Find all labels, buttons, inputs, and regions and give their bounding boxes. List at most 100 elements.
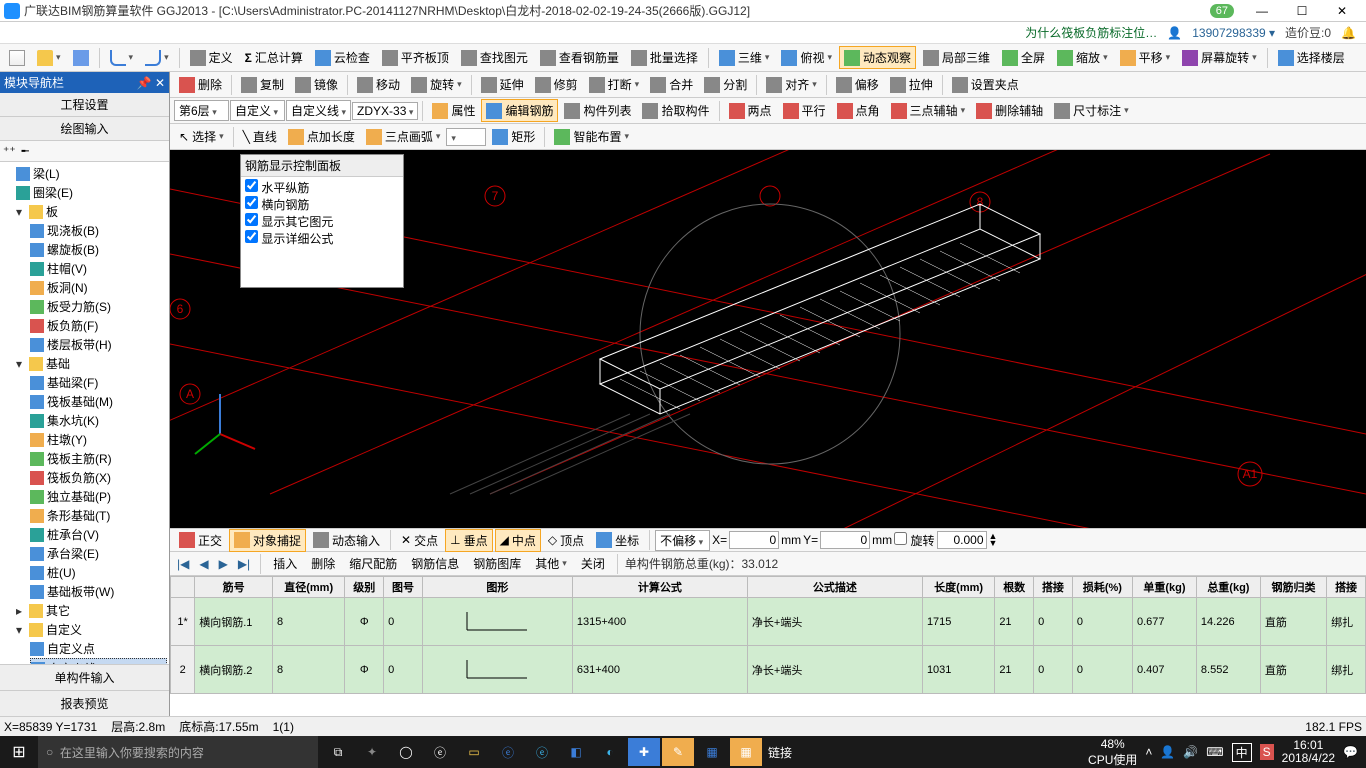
app11-icon[interactable]: ▦ (696, 738, 728, 766)
arc3-tool[interactable]: 三点画弧 (361, 125, 446, 148)
screen-rotate-button[interactable]: 屏幕旋转 (1177, 46, 1262, 69)
rotate-check[interactable]: 旋转 (894, 532, 934, 549)
user-phone[interactable]: 13907298339 ▾ (1192, 26, 1275, 40)
other-btn[interactable]: 其他 (530, 552, 572, 575)
model-viewport[interactable]: 5 7 8 6 A A1 (170, 150, 1366, 528)
tree-jcl[interactable]: 基础梁(F) (30, 373, 167, 392)
tree-fbjc[interactable]: 筏板基础(M) (30, 392, 167, 411)
chk-formula[interactable]: 显示详细公式 (245, 230, 399, 247)
tree-jichu[interactable]: ▾基础 (16, 354, 167, 373)
snap-vertex[interactable]: ◇ 顶点 (543, 529, 589, 552)
tray-clock[interactable]: 16:012018/4/22 (1282, 739, 1335, 765)
tab-report-preview[interactable]: 报表预览 (0, 690, 169, 716)
tray-up-icon[interactable]: ˄ (1145, 745, 1152, 759)
define-button[interactable]: 定义 (185, 46, 238, 69)
rebar-lib-btn[interactable]: 钢筋图库 (468, 552, 526, 575)
tab-drawing-input[interactable]: 绘图输入 (0, 117, 169, 141)
component-list-btn[interactable]: 构件列表 (559, 99, 636, 122)
prev-arrow-icon[interactable]: ◀ (196, 557, 211, 571)
edge-icon[interactable]: ⓔ (492, 738, 524, 766)
start-button[interactable]: ⊞ (0, 742, 38, 762)
tree-jcbd[interactable]: 基础板带(W) (30, 582, 167, 601)
stretch-btn[interactable]: 拉伸 (885, 73, 938, 96)
tree-xjb[interactable]: 现浇板(B) (30, 221, 167, 240)
offset-btn[interactable]: 偏移 (831, 73, 884, 96)
find-button[interactable]: 查找图元 (456, 46, 533, 69)
table-row[interactable]: 2横向钢筋.28Φ0 631+400净长+端头103121000.4078.55… (171, 646, 1366, 694)
line-tool[interactable]: ╲ 直线 (238, 125, 282, 148)
select-tool[interactable]: ↖ 选择 (174, 125, 229, 148)
move-btn[interactable]: 移动 (352, 73, 405, 96)
explorer-icon[interactable]: ▭ (458, 738, 490, 766)
close-panel-icon[interactable]: ✕ (155, 76, 165, 90)
undo-button[interactable] (105, 47, 139, 69)
topview-button[interactable]: 俯视 (776, 46, 837, 69)
zoom-button[interactable]: 缩放 (1052, 46, 1113, 69)
edit-rebar-btn[interactable]: 编辑钢筋 (481, 99, 558, 122)
app2-icon[interactable]: ◯ (390, 738, 422, 766)
taskview-icon[interactable]: ⧉ (322, 738, 354, 766)
draw-mode-select[interactable] (446, 128, 486, 146)
view-qty-button[interactable]: 查看钢筋量 (535, 46, 624, 69)
app9-icon[interactable]: ✚ (628, 738, 660, 766)
y-input[interactable] (820, 531, 870, 549)
floor-select[interactable]: 第6层 (174, 100, 229, 121)
tree-zd[interactable]: 柱墩(Y) (30, 430, 167, 449)
break-btn[interactable]: 打断 (584, 73, 645, 96)
category-select[interactable]: 自定义 (230, 100, 285, 121)
collapse-icon[interactable]: ╾ (22, 144, 29, 158)
app8-icon[interactable]: ◐ (594, 738, 626, 766)
link-label[interactable]: 链接 (764, 738, 796, 766)
tree-fbfj[interactable]: 筏板负筋(X) (30, 468, 167, 487)
chk-vertical[interactable]: 横向钢筋 (245, 196, 399, 213)
flat-button[interactable]: 平齐板顶 (377, 46, 454, 69)
snap-coord[interactable]: 坐标 (591, 529, 644, 552)
extend-btn[interactable]: 延伸 (476, 73, 529, 96)
tree-qita[interactable]: ▸其它 (16, 601, 167, 620)
tray-ime-icon[interactable]: 中 (1232, 743, 1252, 762)
hint-text[interactable]: 为什么筏板负筋标注位… (1025, 24, 1157, 41)
redo-button[interactable] (140, 47, 174, 69)
app7-icon[interactable]: ◧ (560, 738, 592, 766)
tree-zdy[interactable]: ▾自定义 (16, 620, 167, 639)
snap-intersection[interactable]: ✕ 交点 (396, 529, 443, 552)
property-btn[interactable]: 属性 (427, 99, 480, 122)
batch-button[interactable]: 批量选择 (626, 46, 703, 69)
tree-txjc[interactable]: 条形基础(T) (30, 506, 167, 525)
bell-icon[interactable]: 🔔 (1341, 26, 1356, 40)
split-btn[interactable]: 分割 (699, 73, 752, 96)
rotate-input[interactable] (937, 531, 987, 549)
tab-project-settings[interactable]: 工程设置 (0, 93, 169, 117)
tree-bd[interactable]: 板洞(N) (30, 278, 167, 297)
expand-icon[interactable]: ⁺⁺ (3, 144, 16, 158)
copy-btn[interactable]: 复制 (236, 73, 289, 96)
delete-btn[interactable]: 删除 (174, 73, 227, 96)
parallel-btn[interactable]: 平行 (778, 99, 831, 122)
tray-notifications-icon[interactable]: 💬 (1343, 745, 1358, 759)
smart-layout-btn[interactable]: 智能布置 (549, 125, 634, 148)
app3-icon[interactable]: ⓔ (424, 738, 456, 766)
tray-volume-icon[interactable]: 🔊 (1183, 745, 1198, 759)
tree-lcbd[interactable]: 楼层板带(H) (30, 335, 167, 354)
type-select[interactable]: 自定义线 (286, 100, 351, 121)
close-table-btn[interactable]: 关闭 (576, 552, 610, 575)
tree-liang[interactable]: 梁(L) (16, 164, 167, 183)
cpu-meter[interactable]: 48%CPU使用 (1088, 737, 1137, 768)
chk-other[interactable]: 显示其它图元 (245, 213, 399, 230)
component-tree[interactable]: 梁(L) 圈梁(E) ▾板 现浇板(B) 螺旋板(B) 柱帽(V) 板洞(N) … (0, 162, 169, 664)
open-button[interactable] (32, 47, 66, 69)
two-point-btn[interactable]: 两点 (724, 99, 777, 122)
osnap-btn[interactable]: 对象捕捉 (229, 529, 306, 552)
align-btn[interactable]: 对齐 (761, 73, 822, 96)
cloud-check-button[interactable]: 云检查 (310, 46, 375, 69)
del-aux-btn[interactable]: 删除辅轴 (971, 99, 1048, 122)
tree-zm[interactable]: 柱帽(V) (30, 259, 167, 278)
local3d-button[interactable]: 局部三维 (918, 46, 995, 69)
grip-btn[interactable]: 设置夹点 (947, 73, 1024, 96)
sum-button[interactable]: Σ 汇总计算 (240, 46, 308, 69)
dyn-input-btn[interactable]: 动态输入 (308, 529, 385, 552)
rebar-display-panel[interactable]: 钢筋显示控制面板 水平纵筋 横向钢筋 显示其它图元 显示详细公式 (240, 154, 404, 288)
minimize-button[interactable]: ― (1242, 4, 1282, 18)
pan-button[interactable]: 平移 (1115, 46, 1176, 69)
update-badge[interactable]: 67 (1210, 4, 1234, 18)
